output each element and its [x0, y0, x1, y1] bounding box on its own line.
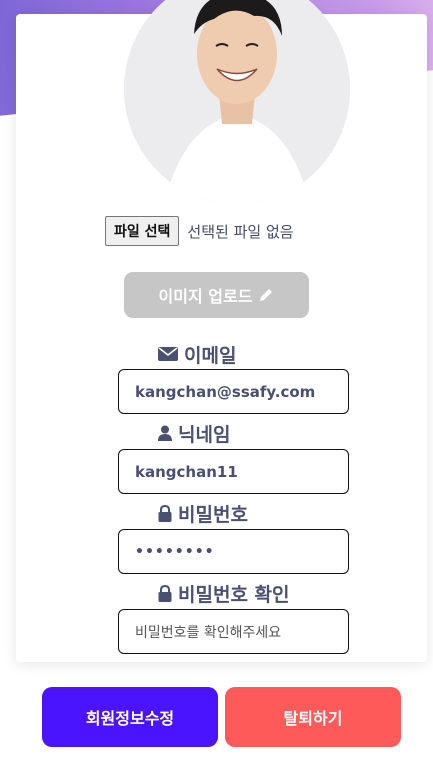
lock-icon [158, 504, 172, 522]
password-label-text: 비밀번호 [178, 503, 248, 526]
edit-profile-button[interactable]: 회원정보수정 [42, 687, 218, 747]
email-field[interactable]: kangchan@ssafy.com [118, 369, 349, 414]
image-upload-button[interactable]: 이미지 업로드 [124, 272, 309, 318]
nickname-label: 닉네임 [158, 420, 230, 446]
withdraw-button[interactable]: 탈퇴하기 [225, 687, 401, 747]
password-confirm-field[interactable]: 비밀번호를 확인해주세요 [118, 609, 349, 654]
envelope-icon [158, 347, 178, 361]
email-label-text: 이메일 [184, 344, 237, 367]
file-status-text: 선택된 파일 없음 [187, 222, 294, 241]
file-picker: 파일 선택 선택된 파일 없음 [105, 216, 294, 246]
lock-icon [158, 584, 172, 602]
password-confirm-label: 비밀번호 확인 [158, 580, 290, 606]
image-upload-label: 이미지 업로드 [158, 287, 253, 306]
password-confirm-label-text: 비밀번호 확인 [178, 583, 290, 606]
user-icon [158, 425, 172, 441]
email-label: 이메일 [158, 341, 236, 367]
profile-photo [124, 0, 350, 204]
password-field[interactable]: •••••••• [118, 529, 349, 574]
pencil-icon [260, 289, 273, 301]
profile-avatar [124, 0, 350, 204]
choose-file-button[interactable]: 파일 선택 [105, 216, 180, 246]
nickname-field[interactable]: kangchan11 [118, 449, 349, 494]
password-label: 비밀번호 [158, 500, 248, 526]
nickname-label-text: 닉네임 [178, 423, 231, 446]
